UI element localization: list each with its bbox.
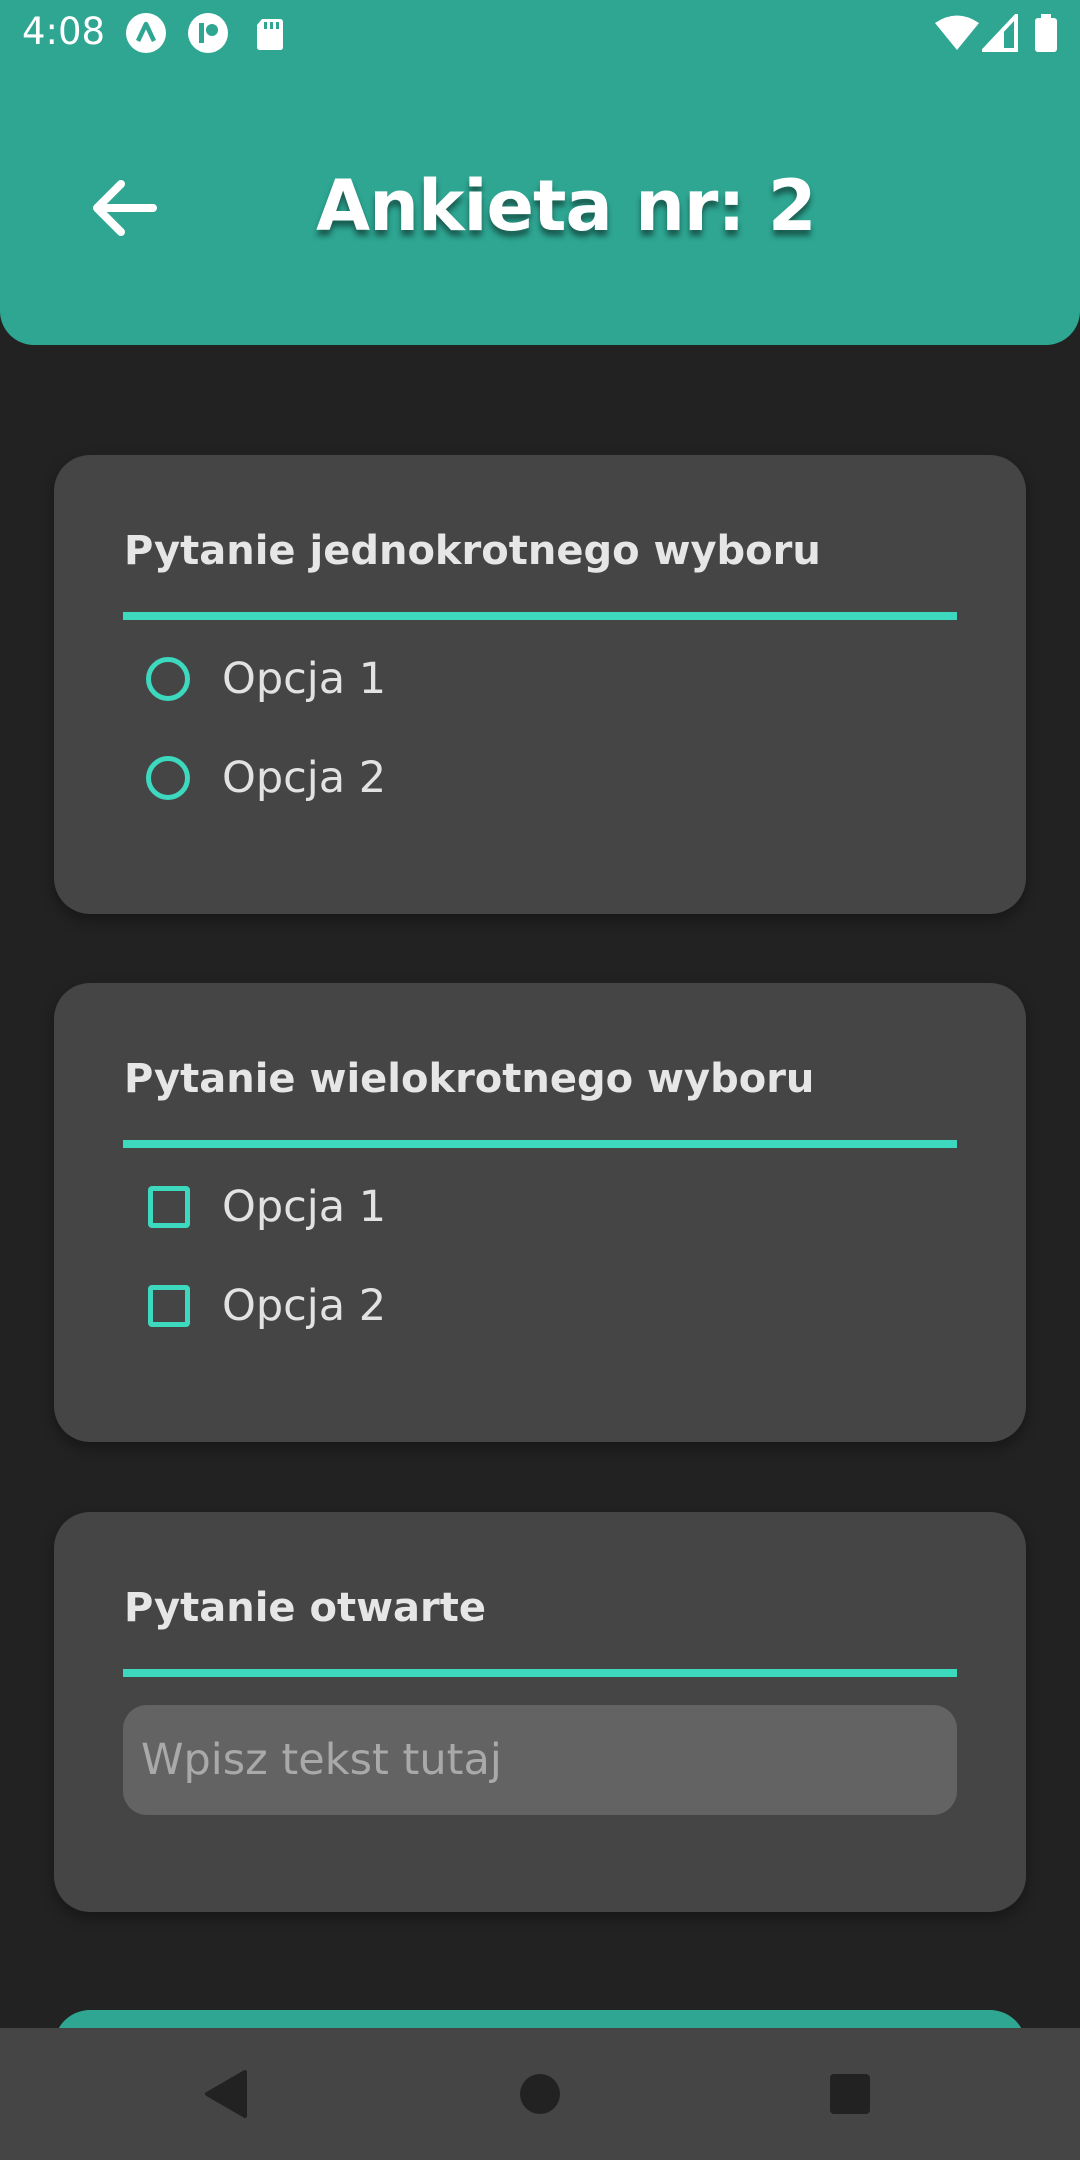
question-title: Pytanie wielokrotnego wyboru [124,1056,815,1102]
multiple-choice-question-card: Pytanie wielokrotnego wyboru Opcja 1 Opc… [54,983,1026,1442]
battery-icon [1034,14,1058,52]
option-label: Opcja 1 [222,654,387,704]
nav-back-button[interactable] [160,2028,292,2160]
nav-home-button[interactable] [474,2028,606,2160]
radio-button[interactable] [146,756,190,800]
page-title: Ankieta nr: 2 [316,165,817,247]
back-button[interactable] [84,168,164,248]
screen: 4:08 Ankieta nr: 2 Pytanie jednokrotnego… [0,0,1080,2160]
checkbox[interactable] [148,1285,190,1327]
open-question-card: Pytanie otwarte [54,1512,1026,1912]
navigation-bar [0,2028,1080,2160]
wifi-icon [934,14,980,52]
arrow-left-icon [93,180,157,236]
question-divider [123,612,957,620]
signal-icon [979,10,1018,52]
option-label: Opcja 2 [222,753,387,803]
radio-button[interactable] [146,657,190,701]
status-time: 4:08 [22,10,106,53]
checkbox-option-2[interactable]: Opcja 2 [144,1276,386,1336]
checkbox[interactable] [148,1186,190,1228]
p-app-icon [188,13,228,53]
a-app-icon [126,13,166,53]
radio-option-1[interactable]: Opcja 1 [144,649,386,709]
option-label: Opcja 1 [222,1182,387,1232]
radio-option-2[interactable]: Opcja 2 [144,748,386,808]
sd-card-icon [250,13,290,53]
answer-text-input[interactable] [123,1705,957,1815]
nav-recents-button[interactable] [784,2028,916,2160]
question-divider [123,1669,957,1677]
app-header: 4:08 Ankieta nr: 2 [0,0,1080,345]
option-label: Opcja 2 [222,1281,387,1331]
home-circle-icon [520,2074,560,2114]
recents-square-icon [830,2074,870,2114]
status-bar: 4:08 [0,0,1080,66]
back-triangle-icon [205,2070,247,2118]
checkbox-option-1[interactable]: Opcja 1 [144,1177,386,1237]
question-title: Pytanie otwarte [124,1585,487,1631]
single-choice-question-card: Pytanie jednokrotnego wyboru Opcja 1 Opc… [54,455,1026,914]
question-divider [123,1140,957,1148]
question-title: Pytanie jednokrotnego wyboru [124,528,821,574]
